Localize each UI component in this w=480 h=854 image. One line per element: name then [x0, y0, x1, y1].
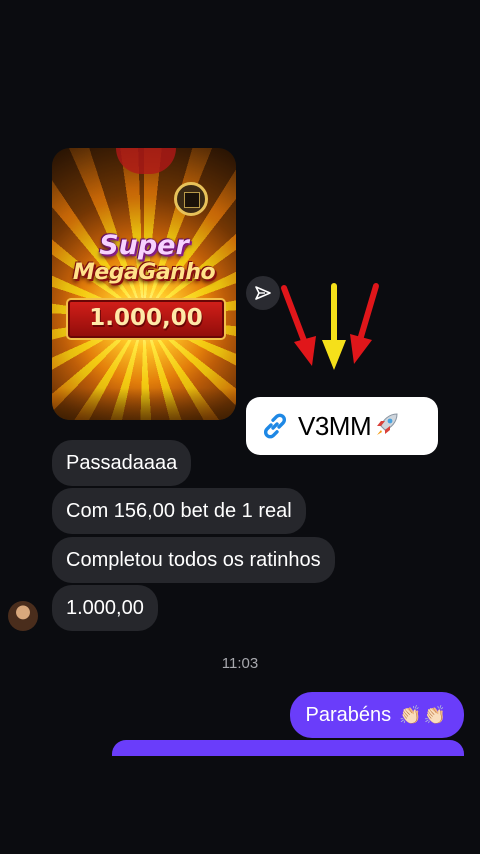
sent-message-bubble-partial[interactable]	[112, 740, 464, 756]
pointing-arrows	[281, 283, 379, 370]
share-button[interactable]	[246, 276, 280, 310]
message-bubble[interactable]: Passadaaaa	[52, 440, 192, 486]
message-bubble[interactable]: Completou todos os ratinhos	[52, 537, 335, 583]
link-icon	[258, 409, 292, 443]
red-arrow-right	[350, 283, 379, 364]
send-icon	[255, 286, 271, 300]
message-timestamp: 11:03	[221, 655, 259, 672]
coin-icon	[174, 182, 208, 216]
sent-message-text: Parabéns	[305, 703, 392, 726]
yellow-arrow	[322, 283, 346, 370]
rocket-icon	[373, 410, 401, 442]
win-amount: 1.000,00	[89, 305, 203, 331]
red-arrow-left	[281, 285, 316, 366]
image-bottom-fade	[52, 388, 236, 420]
game-title-line1: Super	[99, 230, 189, 261]
message-bubble[interactable]: 1.000,00	[52, 585, 158, 631]
clapping-hands-icon: 👏🏻👏🏻	[399, 704, 448, 725]
link-label: V3MM	[298, 410, 372, 441]
game-title-line2: MegaGanho	[72, 260, 216, 285]
avatar[interactable]	[8, 601, 38, 631]
shared-game-image[interactable]: Super MegaGanho 1.000,00	[52, 148, 236, 420]
win-amount-plate: 1.000,00	[66, 298, 226, 340]
link-sticker[interactable]: V3MM	[246, 397, 438, 455]
sent-message-bubble[interactable]: Parabéns 👏🏻👏🏻	[289, 692, 464, 738]
message-bubble[interactable]: Com 156,00 bet de 1 real	[52, 488, 306, 534]
